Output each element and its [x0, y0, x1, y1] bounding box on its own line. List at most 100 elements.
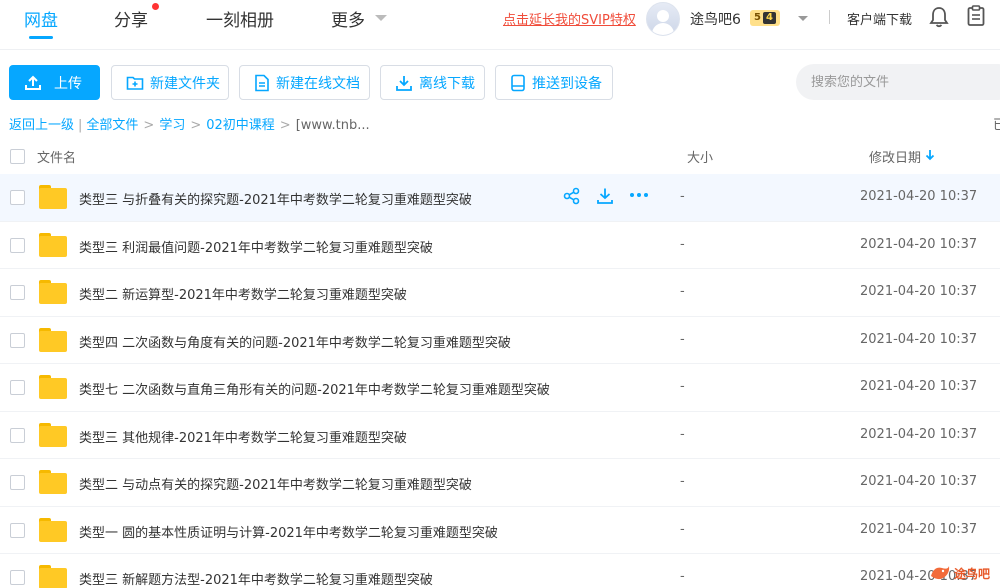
- file-name[interactable]: 类型二 新运算型-2021年中考数学二轮复习重难题型突破: [79, 284, 407, 303]
- file-size: -: [680, 521, 685, 537]
- row-checkbox[interactable]: [10, 475, 25, 490]
- client-download-link[interactable]: 客户端下载: [847, 9, 912, 28]
- folder-icon: [39, 422, 67, 447]
- vip-level-badge: 54: [750, 10, 780, 26]
- new-online-doc-button[interactable]: 新建在线文档: [239, 65, 370, 100]
- column-header-size[interactable]: 大小: [687, 147, 713, 166]
- table-row[interactable]: 类型三 与折叠有关的探究题-2021年中考数学二轮复习重难题型突破 - 2021…: [0, 174, 1000, 222]
- row-checkbox[interactable]: [10, 285, 25, 300]
- row-checkbox[interactable]: [10, 380, 25, 395]
- breadcrumb: 返回上一级 | 全部文件 > 学习 >02初中课程 > [www.tnb...: [9, 114, 370, 133]
- bird-logo-icon: [931, 566, 950, 580]
- table-row[interactable]: 类型一 圆的基本性质证明与计算-2021年中考数学二轮复习重难题型突破 - 20…: [0, 507, 1000, 554]
- column-header-name[interactable]: 文件名: [37, 147, 76, 166]
- tab-more[interactable]: 更多: [331, 6, 365, 31]
- offline-download-button[interactable]: 离线下载: [380, 65, 485, 100]
- tab-album[interactable]: 一刻相册: [206, 6, 274, 31]
- table-row[interactable]: 类型二 新运算型-2021年中考数学二轮复习重难题型突破 - 2021-04-2…: [0, 269, 1000, 317]
- chevron-down-icon[interactable]: [375, 15, 387, 21]
- download-icon: [396, 75, 412, 91]
- file-name[interactable]: 类型四 二次函数与角度有关的问题-2021年中考数学二轮复习重难题型突破: [79, 332, 511, 351]
- clipboard-icon[interactable]: [966, 5, 986, 27]
- share-icon[interactable]: [563, 187, 581, 205]
- row-checkbox[interactable]: [10, 570, 25, 585]
- tab-netdisk[interactable]: 网盘: [24, 6, 58, 31]
- file-size: -: [680, 569, 685, 584]
- more-icon[interactable]: [629, 190, 649, 200]
- file-name[interactable]: 类型三 利润最值问题-2021年中考数学二轮复习重难题型突破: [79, 237, 433, 256]
- username[interactable]: 途鸟吧6: [690, 9, 741, 29]
- push-to-device-label: 推送到设备: [532, 75, 602, 92]
- file-name[interactable]: 类型三 新解题方法型-2021年中考数学二轮复习重难题型突破: [79, 569, 433, 588]
- file-name[interactable]: 类型二 与动点有关的探究题-2021年中考数学二轮复习重难题型突破: [79, 474, 472, 493]
- folder-icon: [39, 232, 67, 257]
- file-date: 2021-04-20 10:37: [860, 189, 978, 204]
- row-checkbox[interactable]: [10, 190, 25, 205]
- table-row[interactable]: 类型七 二次函数与直角三角形有关的问题-2021年中考数学二轮复习重难题型突破 …: [0, 364, 1000, 412]
- file-list: 类型三 与折叠有关的探究题-2021年中考数学二轮复习重难题型突破 - 2021…: [0, 174, 1000, 588]
- select-all-checkbox[interactable]: [10, 149, 25, 164]
- svip-renew-link[interactable]: 点击延长我的SVIP特权: [503, 9, 636, 28]
- file-name[interactable]: 类型一 圆的基本性质证明与计算-2021年中考数学二轮复习重难题型突破: [79, 522, 498, 541]
- new-folder-button[interactable]: 新建文件夹: [111, 65, 229, 100]
- divider: [829, 10, 830, 24]
- file-name[interactable]: 类型七 二次函数与直角三角形有关的问题-2021年中考数学二轮复习重难题型突破: [79, 379, 550, 398]
- push-to-device-button[interactable]: 推送到设备: [495, 65, 613, 100]
- upload-label: 上传: [54, 75, 82, 92]
- file-size: -: [680, 379, 685, 394]
- file-date: 2021-04-20 10:37: [860, 331, 978, 347]
- table-row[interactable]: 类型二 与动点有关的探究题-2021年中考数学二轮复习重难题型突破 - 2021…: [0, 459, 1000, 507]
- row-checkbox[interactable]: [10, 427, 25, 443]
- watermark-text: 途鸟吧: [954, 567, 991, 581]
- breadcrumb-item-all-files[interactable]: 全部文件: [86, 118, 138, 133]
- file-size: -: [680, 284, 685, 299]
- breadcrumb-separator: >: [279, 118, 291, 133]
- table-row[interactable]: 类型三 其他规律-2021年中考数学二轮复习重难题型突破 - 2021-04-2…: [0, 412, 1000, 459]
- folder-icon: [39, 327, 67, 352]
- device-icon: [511, 74, 525, 91]
- file-size: -: [680, 426, 685, 442]
- download-icon[interactable]: [596, 187, 614, 205]
- file-size: -: [680, 236, 685, 252]
- file-name[interactable]: 类型三 与折叠有关的探究题-2021年中考数学二轮复习重难题型突破: [79, 189, 472, 208]
- file-size: -: [680, 474, 685, 489]
- search-input[interactable]: [796, 64, 1000, 100]
- breadcrumb-item-study[interactable]: 学习: [159, 118, 185, 133]
- file-date: 2021-04-20 10:37: [860, 426, 978, 442]
- file-date: 2021-04-20 10:37: [860, 284, 978, 299]
- breadcrumb-item-junior-course[interactable]: 02初中课程: [206, 118, 275, 133]
- upload-icon: [25, 75, 41, 90]
- upload-button[interactable]: 上传: [9, 65, 100, 100]
- bell-icon[interactable]: [929, 6, 949, 28]
- row-checkbox[interactable]: [10, 332, 25, 348]
- tab-share[interactable]: 分享: [114, 6, 148, 31]
- user-menu-chevron-icon[interactable]: [798, 16, 808, 21]
- notification-dot: [152, 3, 159, 10]
- folder-icon: [39, 280, 67, 304]
- folder-icon: [39, 470, 67, 494]
- row-checkbox[interactable]: [10, 237, 25, 253]
- document-icon: [255, 74, 269, 91]
- user-avatar[interactable]: [646, 2, 680, 36]
- folder-icon: [39, 375, 67, 399]
- sort-desc-icon[interactable]: [925, 149, 935, 161]
- file-name[interactable]: 类型三 其他规律-2021年中考数学二轮复习重难题型突破: [79, 427, 407, 446]
- level-right: 4: [762, 12, 776, 24]
- table-row[interactable]: 类型四 二次函数与角度有关的问题-2021年中考数学二轮复习重难题型突破 - 2…: [0, 317, 1000, 364]
- table-row[interactable]: 类型三 利润最值问题-2021年中考数学二轮复习重难题型突破 - 2021-04…: [0, 222, 1000, 269]
- offline-download-label: 离线下载: [419, 75, 475, 92]
- table-header: 文件名 大小 修改日期: [0, 140, 1000, 174]
- breadcrumb-current: [www.tnb...: [295, 118, 370, 133]
- watermark-logo: 途鸟吧: [928, 560, 1000, 588]
- row-checkbox[interactable]: [10, 522, 25, 538]
- back-link[interactable]: 返回上一级: [9, 118, 74, 133]
- folder-icon: [39, 517, 67, 542]
- new-folder-label: 新建文件夹: [150, 75, 220, 92]
- breadcrumb-tail-text: 已: [993, 118, 1000, 133]
- new-online-doc-label: 新建在线文档: [276, 75, 360, 92]
- table-row[interactable]: 类型三 新解题方法型-2021年中考数学二轮复习重难题型突破 - 2021-04…: [0, 554, 1000, 588]
- breadcrumb-separator: >: [143, 118, 155, 133]
- column-header-date[interactable]: 修改日期: [869, 147, 921, 166]
- level-left: 5: [754, 12, 761, 23]
- folder-icon: [39, 185, 67, 209]
